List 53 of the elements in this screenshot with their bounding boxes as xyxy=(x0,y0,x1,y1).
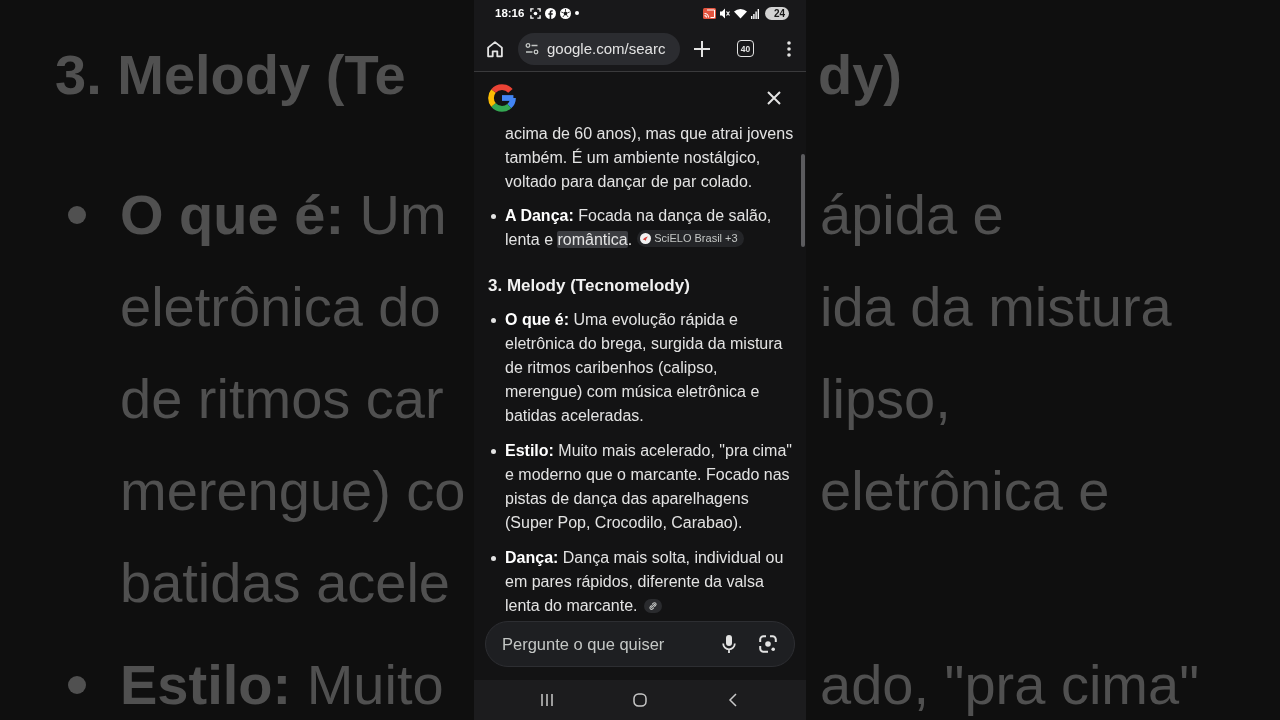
bullet-icon xyxy=(491,449,496,454)
address-bar[interactable]: google.com/searc xyxy=(518,32,680,65)
home-button-icon[interactable] xyxy=(633,693,647,707)
enlarged-text: Estilo: Muito xyxy=(120,653,444,717)
search-bar[interactable]: Pergunte o que quiser xyxy=(485,621,795,667)
back-icon[interactable] xyxy=(726,693,740,707)
dot-icon xyxy=(575,11,580,15)
wifi-icon xyxy=(733,7,747,19)
mute-icon xyxy=(719,7,730,19)
bullet-icon xyxy=(491,318,496,323)
compass-icon xyxy=(640,233,652,244)
tune-icon xyxy=(524,40,540,57)
mic-icon[interactable] xyxy=(722,634,736,654)
status-time: 18:16 xyxy=(495,7,525,19)
enlarged-text: ápida e xyxy=(820,182,1004,248)
enlarged-text: lipso, xyxy=(820,366,951,432)
ball-icon xyxy=(560,7,572,19)
round-f-logo-icon xyxy=(545,7,557,19)
bullet-icon xyxy=(68,206,86,224)
link-icon[interactable] xyxy=(643,599,662,613)
answer-text: acima de 60 anos), mas que atrai jovens também. É um ambiente nostálgico, voltado para dançar de par colado. xyxy=(504,124,792,192)
enlarged-text: eletrônica e xyxy=(820,458,1110,524)
bullet-icon xyxy=(68,676,86,694)
bullet-text: A Dança: Focada na dança de salão, lenta e romântica. SciELO Brasil +3 xyxy=(505,206,772,250)
tab-count-button[interactable]: 40 xyxy=(737,40,754,57)
colorful-g-icon xyxy=(488,84,516,112)
scan-frame-icon xyxy=(530,7,542,19)
enlarged-heading: dy) xyxy=(818,42,902,108)
cast-icon xyxy=(702,7,716,19)
recent-apps-icon[interactable] xyxy=(540,693,554,707)
section-heading: 3. Melody (Tecnomelody) xyxy=(488,275,691,297)
battery-indicator: 24 xyxy=(764,6,789,20)
close-icon[interactable] xyxy=(767,91,781,105)
signal-icon xyxy=(750,7,759,19)
bullet-text: Dança: Dança mais solta, individual ou em pares rápidos, diferente da valsa lenta do marcante. xyxy=(505,548,784,616)
scrollbar-thumb[interactable] xyxy=(801,154,805,247)
enlarged-text: merengue) co xyxy=(120,458,466,524)
bullet-icon xyxy=(491,556,496,561)
plus-icon[interactable] xyxy=(693,39,711,58)
bullet-text: Estilo: Muito mais acelerado, "pra cima" e moderno que o marcante. Focado nas pistas de dança das aparelhagens (Super Pop, Crocodilo, Carabao). xyxy=(505,441,792,533)
source-chip[interactable]: SciELO Brasil +3 xyxy=(637,230,744,247)
enlarged-heading: 3. Melody (Te xyxy=(55,42,406,108)
more-options-icon[interactable] xyxy=(787,40,791,57)
lens-icon[interactable] xyxy=(759,635,777,653)
enlarged-text: ado, "pra cima" xyxy=(820,653,1200,717)
enlarged-text: O que é: Um xyxy=(120,182,447,248)
bullet-text: O que é: Uma evolução rápida e eletrônica do brega, surgida da mistura de ritmos caribenhos (calipso, merengue) com música eletrônica e batidas aceleradas. xyxy=(505,310,783,426)
enlarged-text: ida da mistura xyxy=(820,274,1172,340)
enlarged-text: de ritmos car xyxy=(120,366,444,432)
enlarged-text: eletrônica do xyxy=(120,274,441,340)
bullet-icon xyxy=(491,214,496,219)
enlarged-text: batidas acele xyxy=(120,550,450,616)
search-field[interactable]: Pergunte o que quiser xyxy=(502,634,714,654)
